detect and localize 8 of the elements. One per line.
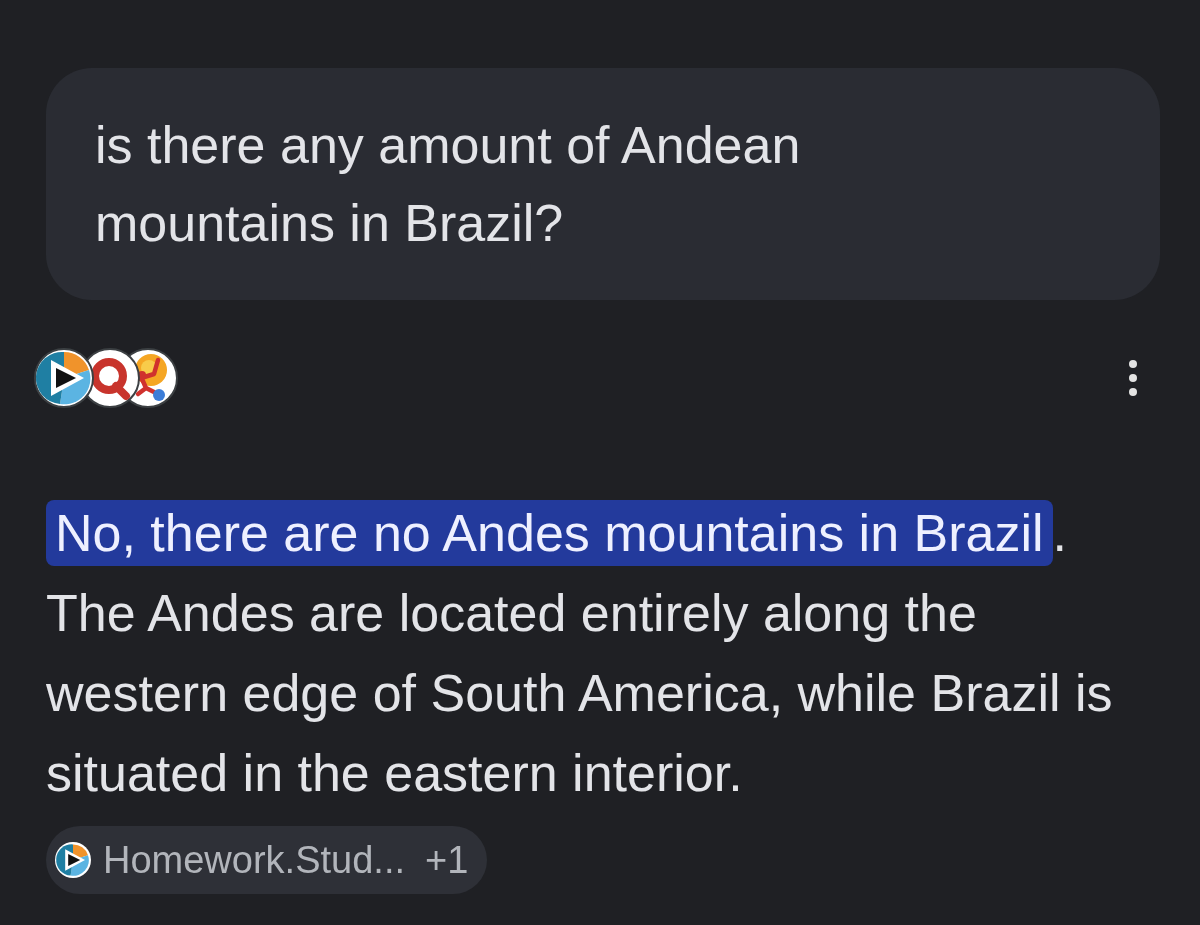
- more-vertical-icon: [1129, 360, 1137, 396]
- period-text: .: [1052, 504, 1067, 562]
- answer-text: The Andes are located entirely along the western edge of South America, while Brazil is situated in the eastern interior.: [46, 583, 1114, 804]
- highlighted-text: No, there are no Andes mountains in Brazil: [46, 500, 1053, 566]
- play-logo-icon: [55, 842, 91, 878]
- play-logo-icon: [34, 348, 94, 408]
- source-chip[interactable]: Homework.Stud... +1: [46, 826, 488, 894]
- query-text: is there any amount of Andean mountains in Brazil?: [95, 115, 802, 254]
